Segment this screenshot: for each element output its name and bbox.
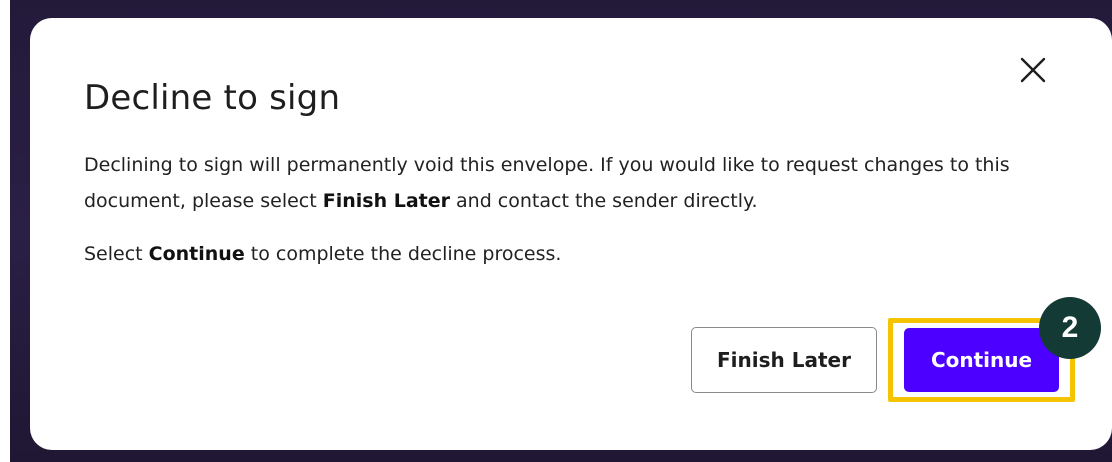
continue-button[interactable]: Continue <box>904 328 1059 392</box>
dialog-description: Declining to sign will permanently void … <box>84 147 1044 219</box>
dialog-instruction: Select Continue to complete the decline … <box>84 236 1044 272</box>
close-icon <box>1020 57 1046 83</box>
description-text-2: and contact the sender directly. <box>449 190 758 212</box>
step-number-badge: 2 <box>1039 297 1101 359</box>
close-button[interactable] <box>1008 45 1058 95</box>
instruction-text-1: Select <box>84 243 149 265</box>
finish-later-button[interactable]: Finish Later <box>691 327 877 393</box>
description-bold-finish-later: Finish Later <box>322 190 450 212</box>
page-margin <box>0 0 10 462</box>
instruction-bold-continue: Continue <box>148 243 245 265</box>
dialog-title: Decline to sign <box>84 78 341 118</box>
instruction-text-2: to complete the decline process. <box>244 243 562 265</box>
